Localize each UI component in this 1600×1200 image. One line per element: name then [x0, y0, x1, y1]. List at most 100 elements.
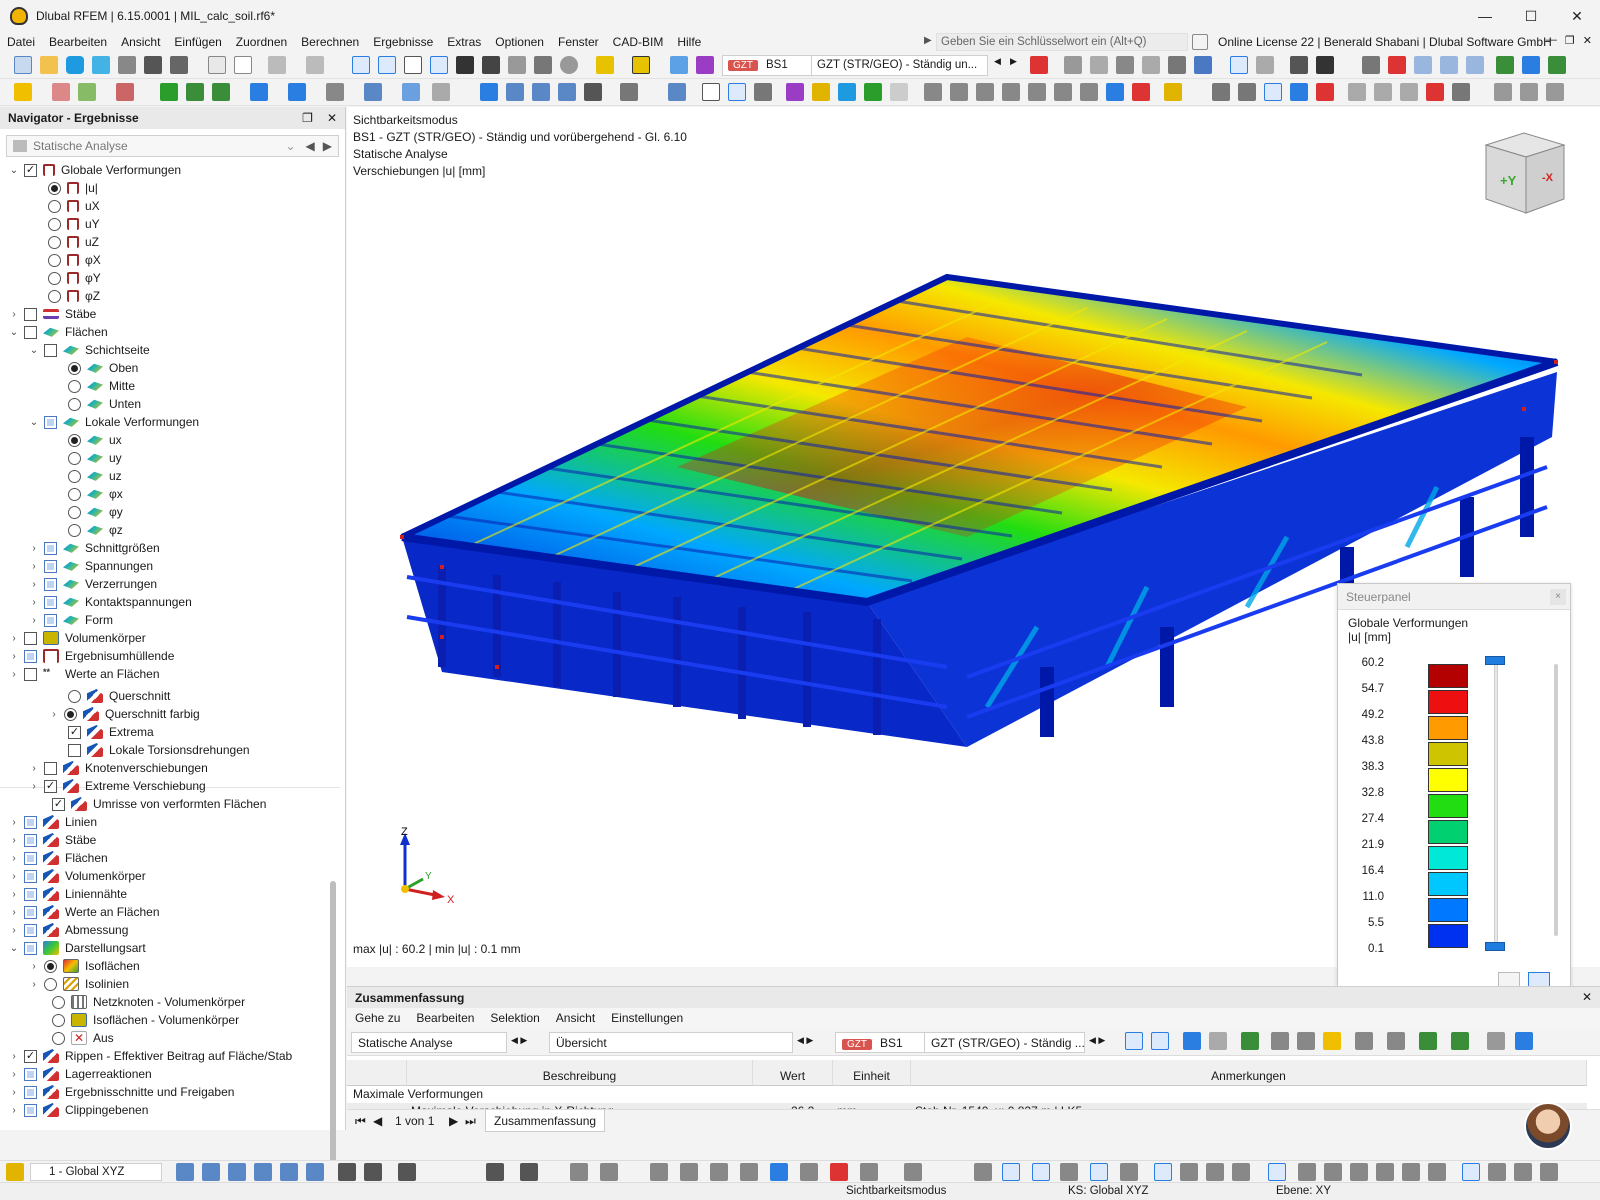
axis-x-icon[interactable] [1496, 56, 1514, 74]
tree-u-total[interactable]: |u| [44, 179, 98, 197]
legend-swatch[interactable] [1428, 690, 1468, 714]
view-front-icon[interactable] [1440, 56, 1458, 74]
summary-analysis-select[interactable]: Statische Analyse [351, 1032, 507, 1053]
summary-tab[interactable]: Zusammenfassung [485, 1110, 606, 1132]
tree-mesh-nodes-solids[interactable]: Netzknoten - Volumenkörper [48, 993, 245, 1011]
print-preview-icon[interactable] [118, 56, 136, 74]
tree-local-phix[interactable]: φx [64, 485, 123, 503]
magnet-icon[interactable] [1154, 1163, 1172, 1181]
tree-phiy[interactable]: φY [44, 269, 101, 287]
draw-polygon-icon[interactable] [860, 1163, 878, 1181]
view-iso-icon[interactable] [1414, 56, 1432, 74]
weld-icon[interactable] [1428, 1163, 1446, 1181]
tree-deformed-outlines[interactable]: Umrisse von verformten Flächen [48, 795, 266, 813]
calculator-icon[interactable] [534, 56, 552, 74]
snap-grid-toggle-icon[interactable] [1002, 1163, 1020, 1181]
section-icon[interactable] [1316, 56, 1334, 74]
snap-end-icon[interactable] [364, 1163, 382, 1181]
surface-icon[interactable] [116, 83, 134, 101]
measure-icon[interactable] [432, 83, 450, 101]
show-deformation-icon[interactable] [1230, 56, 1248, 74]
navigator-scrollbar[interactable] [330, 881, 336, 1200]
distribute-icon[interactable] [1002, 83, 1020, 101]
dim-linear-icon[interactable] [480, 83, 498, 101]
camera-icon[interactable] [1452, 83, 1470, 101]
snap-member-icon[interactable] [1290, 83, 1308, 101]
summary-menu-settings[interactable]: Einstellungen [603, 1011, 691, 1025]
arrows-icon[interactable] [864, 83, 882, 101]
summary-excel-icon[interactable] [1419, 1032, 1437, 1050]
model-icon[interactable] [838, 83, 856, 101]
menu-einfuegen[interactable]: Einfügen [167, 35, 228, 49]
close-panel-icon[interactable]: ✕ [327, 111, 337, 125]
globe-icon[interactable] [560, 56, 578, 74]
tree-isolines[interactable]: › Isolinien [28, 975, 129, 993]
maximize-button[interactable]: ☐ [1508, 0, 1554, 32]
load-combination-select[interactable]: GZT BS1 [722, 55, 812, 76]
prev-combo-icon[interactable]: ◀ [994, 56, 1006, 74]
search-input[interactable]: Geben Sie ein Schlüsselwort ein (Alt+Q) [936, 33, 1188, 51]
coordinate-system-select[interactable]: 1 - Global XYZ [30, 1163, 162, 1181]
rotate-icon[interactable] [1054, 83, 1072, 101]
knife-icon[interactable] [1402, 1163, 1420, 1181]
summary-filter-icon[interactable] [1515, 1032, 1533, 1050]
legend-min-handle[interactable] [1485, 942, 1505, 951]
tree-members[interactable]: › Stäbe [8, 305, 96, 323]
tree-values-on-surfaces[interactable]: › ** Werte an Flächen [8, 665, 159, 683]
draw-arc-icon[interactable] [650, 1163, 668, 1181]
dim-angle-icon[interactable] [506, 83, 524, 101]
mirror-axis-icon[interactable] [1400, 83, 1418, 101]
snap-object-toggle-icon[interactable] [1032, 1163, 1050, 1181]
column-header-description[interactable]: Beschreibung [407, 1060, 753, 1086]
draw-parabola-icon[interactable] [740, 1163, 758, 1181]
legend-max-handle[interactable] [1485, 656, 1505, 665]
plane-yz-icon[interactable] [254, 1163, 272, 1181]
layout-c-icon[interactable] [1514, 1163, 1532, 1181]
snap-line-icon[interactable] [1264, 83, 1282, 101]
tree-local-uz[interactable]: uz [64, 467, 122, 485]
tree-ux[interactable]: uX [44, 197, 100, 215]
tree-middle[interactable]: Mitte [64, 377, 135, 395]
support-surface-icon[interactable] [212, 83, 230, 101]
box-select-icon[interactable] [1232, 1163, 1250, 1181]
summary-prev-icon[interactable]: ◀ ▶ [511, 1035, 527, 1046]
snap-settings-icon[interactable] [6, 1163, 24, 1181]
ortho-icon[interactable] [1060, 1163, 1078, 1181]
align-center-icon[interactable] [950, 83, 968, 101]
menu-datei[interactable]: Datei [0, 35, 42, 49]
draw-nurbs-icon[interactable] [800, 1163, 818, 1181]
dimension-icon[interactable] [404, 56, 422, 74]
tree-uz[interactable]: uZ [44, 233, 99, 251]
report-icon[interactable] [208, 56, 226, 74]
tree-isosurfaces[interactable]: › Isoflächen [28, 957, 140, 975]
summary-sort-icon[interactable] [1355, 1032, 1373, 1050]
draw-circle-icon[interactable] [680, 1163, 698, 1181]
tree-layer-side[interactable]: ⌄ Schichtseite [28, 341, 150, 359]
scissors-icon[interactable] [1350, 1163, 1368, 1181]
tree-phix[interactable]: φX [44, 251, 101, 269]
snap-intersect-icon[interactable] [486, 1163, 504, 1181]
snap-grid-icon[interactable] [1212, 83, 1230, 101]
tree-local-uy[interactable]: uy [64, 449, 122, 467]
tree-local-deformations[interactable]: ⌄ Lokale Verformungen [28, 413, 199, 431]
summary-menu-goto[interactable]: Gehe zu [347, 1011, 408, 1025]
menu-ansicht[interactable]: Ansicht [114, 35, 167, 49]
load-line-icon[interactable] [288, 83, 306, 101]
load-combo-icon[interactable] [696, 56, 714, 74]
prev-page-icon[interactable]: ◀ [373, 1114, 382, 1128]
lines-icon[interactable] [1168, 56, 1186, 74]
square-icon[interactable] [1180, 1163, 1198, 1181]
legend-swatch[interactable] [1428, 872, 1468, 896]
summary-menu-view[interactable]: Ansicht [548, 1011, 603, 1025]
legend-swatch[interactable] [1428, 716, 1468, 740]
layout-d-icon[interactable] [1540, 1163, 1558, 1181]
snap-surface-icon[interactable] [1316, 83, 1334, 101]
tree-support-reactions[interactable]: › Lagerreaktionen [8, 1065, 152, 1083]
tree-off[interactable]: ✕ Aus [48, 1029, 114, 1047]
load-case-icon[interactable] [670, 56, 688, 74]
summary-view-select[interactable]: Übersicht [549, 1032, 793, 1053]
tree-node-displacements[interactable]: › Knotenverschiebungen [28, 759, 208, 777]
summary-close-button[interactable]: ✕ [1582, 990, 1592, 1004]
tree-cross-section-colored[interactable]: › Querschnitt farbig [48, 705, 200, 723]
result-filter-icon[interactable] [1030, 56, 1048, 74]
